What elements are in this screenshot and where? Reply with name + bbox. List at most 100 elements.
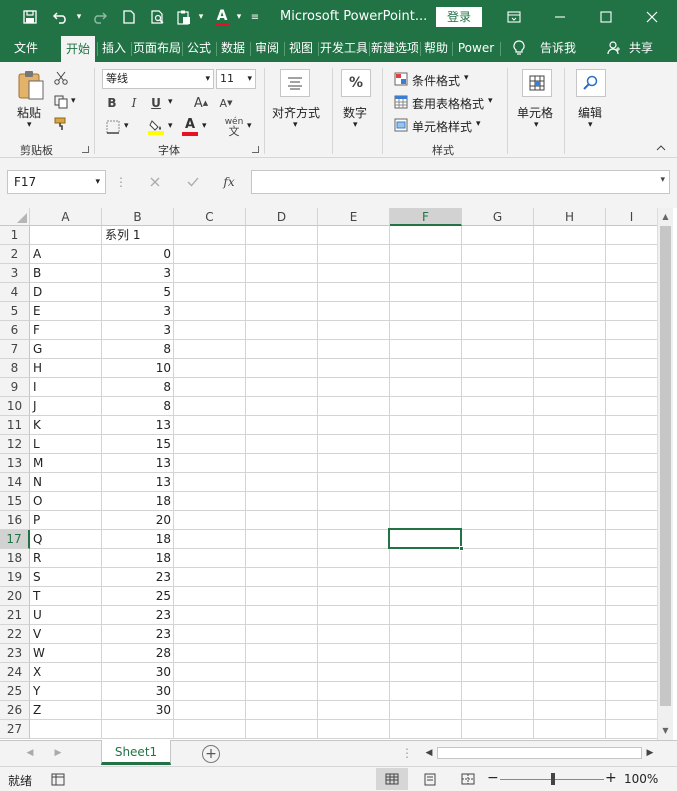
cell-b22[interactable]: 23 [102, 625, 174, 644]
copy-icon[interactable] [52, 94, 70, 110]
more-options-icon[interactable]: ⋮ [115, 174, 127, 190]
paste-dropdown-icon[interactable]: ▾ [27, 120, 32, 130]
cell-a20[interactable]: T [30, 587, 102, 606]
cell-b17[interactable]: 18 [102, 530, 174, 549]
row-header-21[interactable]: 21 [0, 606, 30, 625]
macro-record-icon[interactable] [50, 771, 66, 787]
cell-a22[interactable]: V [30, 625, 102, 644]
tab-power[interactable]: Power [454, 34, 498, 62]
number-button[interactable]: 数字 [343, 104, 367, 121]
table-format-icon[interactable] [393, 94, 409, 110]
cell-b15[interactable]: 18 [102, 492, 174, 511]
percent-icon[interactable]: % [341, 69, 371, 97]
tab-developer[interactable]: 开发工具 [320, 34, 367, 62]
cell-b25[interactable]: 30 [102, 682, 174, 701]
add-sheet-button[interactable]: + [202, 745, 220, 763]
share-user-icon[interactable] [605, 40, 623, 56]
row-header-14[interactable]: 14 [0, 473, 30, 492]
cell-b4[interactable]: 5 [102, 283, 174, 302]
phonetic-dropdown-icon[interactable]: ▾ [247, 121, 252, 131]
cell-style-dropdown-icon[interactable]: ▾ [476, 119, 481, 129]
cell-b18[interactable]: 18 [102, 549, 174, 568]
conditional-format-icon[interactable] [393, 71, 409, 87]
fill-color-dropdown-icon[interactable]: ▾ [168, 121, 173, 131]
copy-dropdown-icon[interactable]: ▾ [71, 96, 76, 106]
font-size-dropdown[interactable]: 11 ▾ [216, 69, 256, 89]
row-header-6[interactable]: 6 [0, 321, 30, 340]
tab-help[interactable]: 帮助 [422, 34, 450, 62]
column-header-h[interactable]: H [534, 208, 606, 226]
cell-a2[interactable]: A [30, 245, 102, 264]
tab-view[interactable]: 视图 [286, 34, 316, 62]
column-header-a[interactable]: A [30, 208, 102, 226]
conditional-format-button[interactable]: 条件格式 [412, 72, 460, 89]
tab-split-handle[interactable]: ⋮ [401, 746, 413, 760]
row-header-1[interactable]: 1 [0, 226, 30, 245]
cell-b14[interactable]: 13 [102, 473, 174, 492]
collapse-ribbon-icon[interactable] [655, 142, 667, 154]
row-header-13[interactable]: 13 [0, 454, 30, 473]
row-header-4[interactable]: 4 [0, 283, 30, 302]
phonetic-guide-button[interactable]: wén 文 [222, 116, 246, 138]
row-header-8[interactable]: 8 [0, 359, 30, 378]
maximize-icon[interactable] [583, 0, 629, 34]
row-header-24[interactable]: 24 [0, 663, 30, 682]
cell-a18[interactable]: R [30, 549, 102, 568]
paste-clipboard-icon[interactable] [14, 68, 48, 102]
paste-label[interactable]: 粘贴 [17, 104, 41, 121]
search-icon[interactable] [576, 69, 606, 97]
cell-a10[interactable]: J [30, 397, 102, 416]
editing-button[interactable]: 编辑 [578, 104, 602, 121]
select-all-corner[interactable] [0, 208, 30, 226]
row-header-3[interactable]: 3 [0, 264, 30, 283]
alignment-button[interactable]: 对齐方式 [272, 104, 320, 121]
tab-file[interactable]: 文件 [6, 34, 46, 62]
lightbulb-icon[interactable] [510, 40, 528, 56]
tell-me-button[interactable]: 告诉我 [536, 34, 580, 62]
format-painter-icon[interactable] [52, 116, 70, 132]
cell-a19[interactable]: S [30, 568, 102, 587]
print-preview-icon[interactable] [146, 0, 170, 34]
number-dropdown-icon[interactable]: ▾ [353, 120, 358, 130]
table-format-dropdown-icon[interactable]: ▾ [488, 96, 493, 106]
row-header-18[interactable]: 18 [0, 549, 30, 568]
borders-dropdown-icon[interactable]: ▾ [124, 121, 129, 131]
redo-icon[interactable] [88, 0, 110, 34]
login-button[interactable]: 登录 [436, 7, 482, 27]
cell-b5[interactable]: 3 [102, 302, 174, 321]
cell-b24[interactable]: 30 [102, 663, 174, 682]
row-header-10[interactable]: 10 [0, 397, 30, 416]
grow-font-button[interactable]: A ▲ [193, 94, 209, 112]
column-header-c[interactable]: C [174, 208, 246, 226]
tab-page-layout[interactable]: 页面布局 [133, 34, 180, 62]
alignment-dropdown-icon[interactable]: ▾ [293, 120, 298, 130]
cell-b9[interactable]: 8 [102, 378, 174, 397]
editing-dropdown-icon[interactable]: ▾ [588, 120, 593, 130]
tab-insert[interactable]: 插入 [99, 34, 129, 62]
tab-formulas[interactable]: 公式 [184, 34, 214, 62]
undo-dropdown-icon[interactable]: ▾ [74, 0, 84, 34]
row-header-5[interactable]: 5 [0, 302, 30, 321]
row-header-11[interactable]: 11 [0, 416, 30, 435]
zoom-slider-thumb[interactable] [551, 773, 555, 785]
cell-b7[interactable]: 8 [102, 340, 174, 359]
close-icon[interactable] [629, 0, 675, 34]
cell-b2[interactable]: 0 [102, 245, 174, 264]
zoom-out-button[interactable]: − [487, 770, 499, 786]
row-header-12[interactable]: 12 [0, 435, 30, 454]
confirm-entry-icon[interactable] [181, 172, 205, 192]
scroll-sheets-left-icon[interactable]: ◀ [24, 746, 36, 760]
cell-a15[interactable]: O [30, 492, 102, 511]
cell-b26[interactable]: 30 [102, 701, 174, 720]
cell-a12[interactable]: L [30, 435, 102, 454]
undo-icon[interactable] [48, 0, 74, 34]
vertical-scroll-thumb[interactable] [660, 226, 671, 706]
customize-icon[interactable]: ≡ [248, 0, 262, 34]
expand-formula-icon[interactable]: ▾ [660, 175, 665, 185]
scroll-left-icon[interactable]: ◀ [422, 746, 436, 760]
column-header-b[interactable]: B [102, 208, 174, 226]
cell-style-button[interactable]: 单元格样式 [412, 118, 472, 135]
cell-a4[interactable]: D [30, 283, 102, 302]
shrink-font-button[interactable]: A ▼ [218, 94, 234, 112]
cell-a26[interactable]: Z [30, 701, 102, 720]
